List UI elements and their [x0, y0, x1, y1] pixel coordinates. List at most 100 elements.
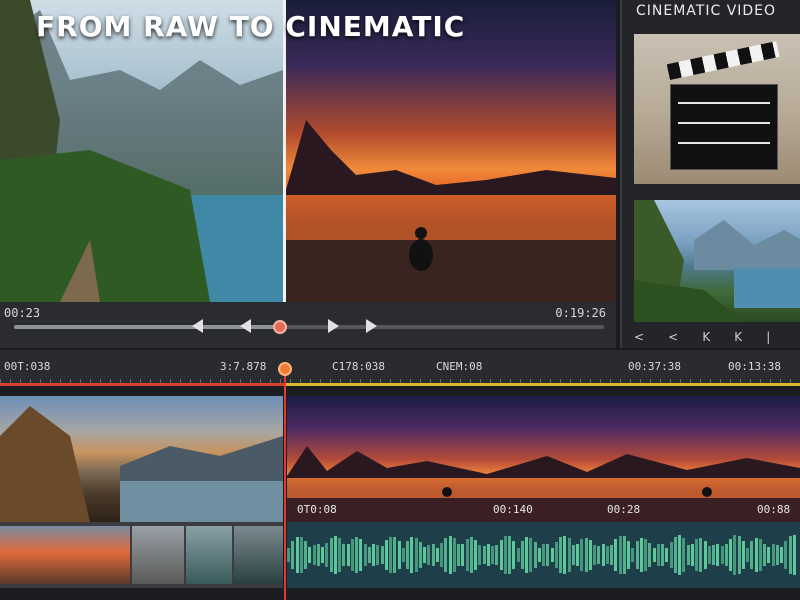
split-divider[interactable] [283, 0, 286, 302]
waveform-bar [499, 539, 503, 571]
raw-footage-frame [0, 0, 283, 302]
step-forward-icon[interactable] [366, 319, 377, 333]
waveform-bar [563, 535, 567, 575]
waveform-bar [295, 536, 299, 574]
media-control-mark-out[interactable]: K [734, 330, 742, 344]
waveform-bar [652, 547, 656, 563]
waveform-bar [346, 544, 350, 566]
waveform-bar [431, 544, 435, 566]
waveform-bar [474, 539, 477, 571]
waveform-bar [716, 543, 720, 567]
ruler-label: C178:038 [332, 360, 385, 373]
waveform-bar [720, 546, 724, 564]
timeline-ruler[interactable]: 00T:038 3:7.878 C178:038 CNEM:08 00:37:3… [0, 350, 800, 386]
waveform-bar [758, 539, 762, 571]
rewind-icon[interactable] [240, 319, 251, 333]
clapperboard-thumbnail[interactable] [634, 34, 800, 184]
waveform-bar [461, 544, 465, 566]
waveform-bar [763, 543, 766, 567]
clip-timecode: 0T0:08 [297, 503, 337, 516]
waveform-bar [584, 537, 588, 573]
waveform-bar [380, 546, 384, 564]
ruler-label: 00:37:38 [628, 360, 681, 373]
transport-bar: 00:23 0:19:26 [0, 302, 616, 348]
waveform-bar [312, 545, 316, 565]
clapper-stick [666, 41, 780, 80]
waveform-bar [784, 541, 788, 569]
waveform-bar [486, 543, 490, 567]
scrub-handle[interactable] [272, 320, 287, 334]
audio-waveform-track[interactable] [287, 522, 800, 588]
waveform-bar [610, 544, 613, 566]
waveform-bar [444, 537, 448, 573]
waveform-bar [741, 541, 745, 569]
waveform-bar [767, 546, 771, 563]
waveform-bar [495, 545, 499, 565]
waveform-bar [618, 535, 622, 575]
waveform-bar [622, 536, 626, 574]
waveform-bar [376, 545, 380, 565]
waveform-bar [397, 541, 401, 569]
waveform-bar [635, 541, 639, 569]
waveform-bar [367, 546, 371, 564]
clapperboard-icon [670, 84, 778, 170]
waveform-bar [440, 542, 443, 568]
waveform-bar [576, 544, 579, 566]
waveform-bar [699, 537, 703, 572]
waveform-bar [316, 544, 320, 566]
waveform-bar [478, 544, 482, 566]
waveform-bar [707, 546, 711, 564]
scrub-bar[interactable] [14, 320, 604, 334]
waveform-bar [614, 539, 618, 571]
play-icon[interactable] [328, 319, 339, 333]
clip-timecode: 00:88 [757, 503, 791, 516]
waveform-bar [733, 535, 737, 575]
thumbnail-strip[interactable] [0, 522, 283, 588]
video-clip-cinematic[interactable]: 0T0:08 00:140 00:28 00:88 [287, 396, 800, 522]
waveform-bar [516, 547, 520, 563]
waveform-bar [639, 537, 643, 573]
media-control-prev[interactable]: < [668, 330, 678, 344]
landscape-thumbnail-image [634, 200, 800, 322]
media-bin-title: CINEMATIC VIDEO [636, 3, 777, 19]
waveform-bar [469, 537, 473, 573]
waveform-bar [333, 536, 337, 574]
waveform-bar [597, 545, 601, 565]
waveform-bar [529, 538, 533, 572]
waveform-bar [414, 537, 418, 573]
media-control-end[interactable]: | [766, 330, 770, 344]
waveform-bar [729, 538, 732, 572]
waveform-bar [665, 547, 669, 563]
waveform-bar [457, 544, 460, 566]
waveform-bar [571, 544, 575, 566]
waveform-bar [678, 535, 681, 575]
waveform-bar [605, 545, 609, 565]
waveform-bar [329, 538, 333, 572]
waveform-bar [703, 540, 707, 570]
video-clip-raw[interactable] [0, 396, 283, 522]
strip-thumbnail [234, 526, 283, 584]
media-control-mark-in[interactable]: K [702, 330, 710, 344]
waveform-bar [724, 544, 728, 566]
duration-timecode: 0:19:26 [555, 306, 606, 320]
clip-timecode: 00:28 [607, 503, 641, 516]
waveform-bar [750, 541, 754, 569]
in-range-marker [0, 383, 285, 386]
media-control-back[interactable]: < [634, 330, 644, 344]
waveform-bar [559, 537, 562, 573]
playhead-handle[interactable] [278, 362, 292, 376]
ruler-label: 00:13:38 [728, 360, 781, 373]
waveform-bar [321, 547, 324, 563]
step-back-icon[interactable] [192, 319, 203, 333]
waveform-bar [448, 535, 452, 575]
waveform-bar [410, 537, 414, 573]
waveform-bar [503, 536, 507, 574]
waveform-bar [287, 548, 290, 562]
strip-thumbnail [186, 526, 232, 584]
cinematic-footage-frame [286, 0, 616, 302]
landscape-thumbnail[interactable] [634, 200, 800, 322]
waveform-bar [342, 544, 346, 566]
waveform-bar [452, 538, 456, 572]
waveform-bar [712, 545, 715, 565]
waveform-bar [304, 541, 307, 569]
